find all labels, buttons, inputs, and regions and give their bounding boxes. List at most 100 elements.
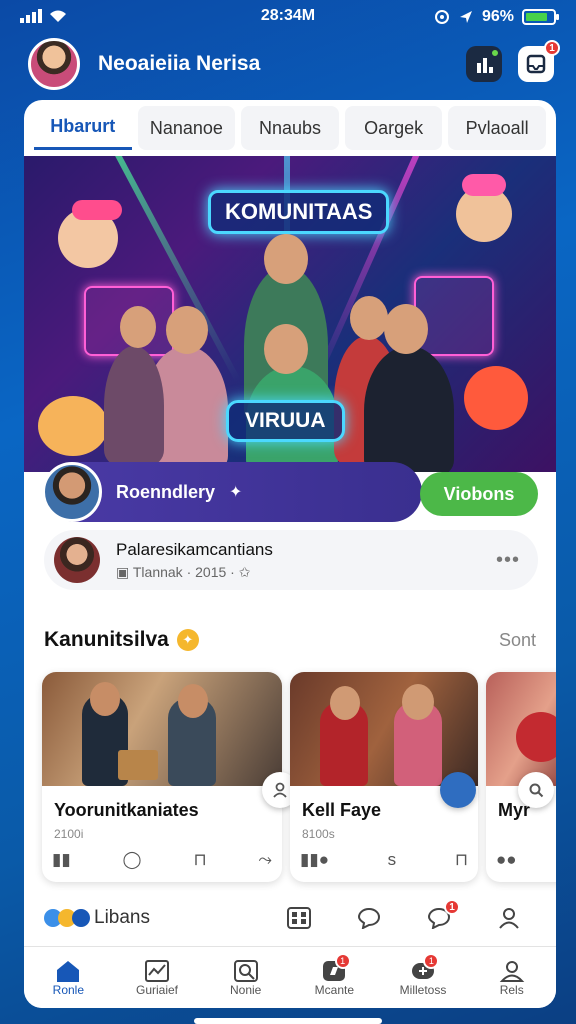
stats-button[interactable] — [466, 46, 502, 82]
tab-3[interactable]: Oargek — [344, 106, 443, 150]
count-icon: s — [387, 850, 397, 869]
person-head — [350, 296, 388, 340]
hero-banner[interactable]: KOMUNITAAS VIRUUA — [24, 156, 556, 472]
comment-icon[interactable]: ◯ — [123, 850, 142, 870]
reactions-icon[interactable]: ●● — [496, 850, 517, 870]
post-title: Palaresikamcantians — [116, 539, 273, 559]
card-actions: ▮▮ ◯ ⊓ ⤳ — [52, 850, 272, 870]
home-indicator[interactable] — [194, 1018, 382, 1024]
cartoon-cap — [462, 174, 506, 196]
status-bar: 28:34M 96% — [0, 0, 576, 34]
nav-label: Nonie — [230, 982, 262, 997]
community-card[interactable]: Yoorunitkaniates 2100i ▮▮ ◯ ⊓ ⤳ — [42, 672, 282, 882]
app-header: Neoaieiia Nerisa 1 — [28, 38, 560, 90]
holo-screen — [414, 276, 494, 356]
brand-link[interactable]: Libans — [44, 907, 150, 929]
host-bar[interactable]: Roenndlery ✦ — [42, 462, 422, 522]
nav-explore[interactable]: 1 Mcante — [290, 947, 379, 1008]
nav-stats[interactable]: Guriaief — [113, 947, 202, 1008]
nav-search[interactable]: Nonie — [201, 947, 290, 1008]
tab-4[interactable]: Pvlaoall — [448, 106, 546, 150]
host-avatar[interactable] — [42, 462, 102, 522]
person — [104, 346, 164, 466]
battery-percent: 96% — [481, 8, 514, 25]
search-button[interactable] — [518, 772, 554, 808]
reactions-icon[interactable]: ▮▮ — [52, 850, 71, 870]
share-icon[interactable]: ⤳ — [258, 850, 272, 870]
account-button[interactable] — [474, 907, 544, 929]
cartoon-cap — [72, 200, 122, 220]
nav-label: Guriaief — [135, 982, 179, 997]
post-meta-text: Tlannak · 2015 · — [132, 563, 235, 580]
reactions-icon[interactable]: ▮▮● — [300, 850, 329, 870]
lock-icon[interactable]: ⊓ — [455, 850, 468, 870]
messages-button[interactable]: 1 — [404, 899, 474, 929]
bag-icon[interactable]: ⊓ — [193, 850, 206, 870]
main-card: Hbarurt Nananoe Nnaubs Oargek Pvlaoall K… — [24, 100, 556, 1008]
card-actions: ●● s — [496, 850, 556, 870]
community-cards: Yoorunitkaniates 2100i ▮▮ ◯ ⊓ ⤳ Kell Fay… — [42, 672, 556, 882]
grid-icon — [287, 907, 311, 929]
host-name: Roenndlery — [116, 481, 216, 502]
nav-label: Mcante — [314, 982, 355, 997]
bottom-nav: Ronle Guriaief Nonie 1 Mcante 1 Milletos… — [24, 946, 556, 1008]
person-head — [264, 234, 308, 284]
person — [364, 346, 454, 472]
group-avatar-button[interactable] — [440, 772, 476, 808]
chart-icon — [477, 58, 493, 73]
home-icon — [57, 960, 80, 982]
user-icon — [499, 908, 519, 929]
nav-label: Ronle — [52, 982, 85, 997]
neon-sign-bottom: VIRUUA — [226, 400, 345, 442]
person-head — [120, 306, 156, 348]
chat-button[interactable] — [334, 907, 404, 929]
tab-bar: Hbarurt Nananoe Nnaubs Oargek Pvlaoall — [24, 100, 556, 156]
card-image — [486, 672, 556, 786]
battery-icon — [522, 9, 559, 25]
sync-icon — [434, 10, 449, 24]
nav-milestones[interactable]: 1 Milletoss — [379, 947, 468, 1008]
join-button[interactable]: Viobons — [420, 472, 538, 516]
nav-label: Milletoss — [399, 982, 447, 997]
tab-1[interactable]: Nananoe — [137, 106, 236, 150]
notification-badge: 1 — [544, 40, 560, 56]
calendar-icon: ▣ — [116, 563, 133, 580]
post-row[interactable]: Palaresikamcantians ▣ Tlannak · 2015 · ✩… — [44, 530, 538, 590]
nav-badge: 1 — [334, 953, 351, 969]
more-icon[interactable]: ••• — [496, 549, 520, 572]
neon-sign-top: KOMUNITAAS — [208, 190, 390, 234]
search-icon — [529, 783, 544, 798]
brand-dot-icon — [72, 909, 90, 927]
online-dot — [490, 48, 500, 58]
person-head — [166, 306, 208, 354]
profile-avatar[interactable] — [28, 38, 80, 90]
profile-icon — [499, 960, 524, 982]
card-actions: ▮▮● s ⊓ — [300, 850, 468, 870]
status-right: 96% — [434, 8, 559, 26]
nav-label: Rels — [499, 982, 524, 997]
cartoon-pet — [38, 396, 108, 456]
person-head — [384, 304, 428, 354]
sparkle-icon: ✦ — [229, 484, 243, 501]
nav-home[interactable]: Ronle — [24, 947, 113, 1008]
card-image — [42, 672, 282, 786]
post-text: Palaresikamcantians ▣ Tlannak · 2015 · ✩ — [116, 540, 273, 581]
tab-2[interactable]: Nnaubs — [241, 106, 339, 150]
section-title: Kanunitsilva ✦ — [44, 628, 199, 652]
grid-button[interactable] — [264, 907, 334, 929]
quick-actions: Libans 1 — [24, 898, 556, 938]
card-meta: 8100s — [302, 827, 335, 841]
notifications-button[interactable]: 1 — [518, 40, 560, 82]
star-icon: ✩ — [234, 563, 251, 580]
person-head — [264, 324, 308, 374]
user-icon — [273, 782, 287, 798]
lightbulb-icon: ✦ — [176, 629, 199, 651]
post-meta: ▣ Tlannak · 2015 · ✩ — [116, 564, 273, 581]
tab-0[interactable]: Hbarurt — [34, 106, 132, 150]
location-icon — [459, 11, 472, 23]
profile-name: Neoaieiia Nerisa — [98, 52, 261, 75]
card-image — [290, 672, 478, 786]
nav-profile[interactable]: Rels — [467, 947, 556, 1008]
post-avatar[interactable] — [54, 537, 100, 583]
see-all-link[interactable]: Sont — [499, 630, 536, 651]
